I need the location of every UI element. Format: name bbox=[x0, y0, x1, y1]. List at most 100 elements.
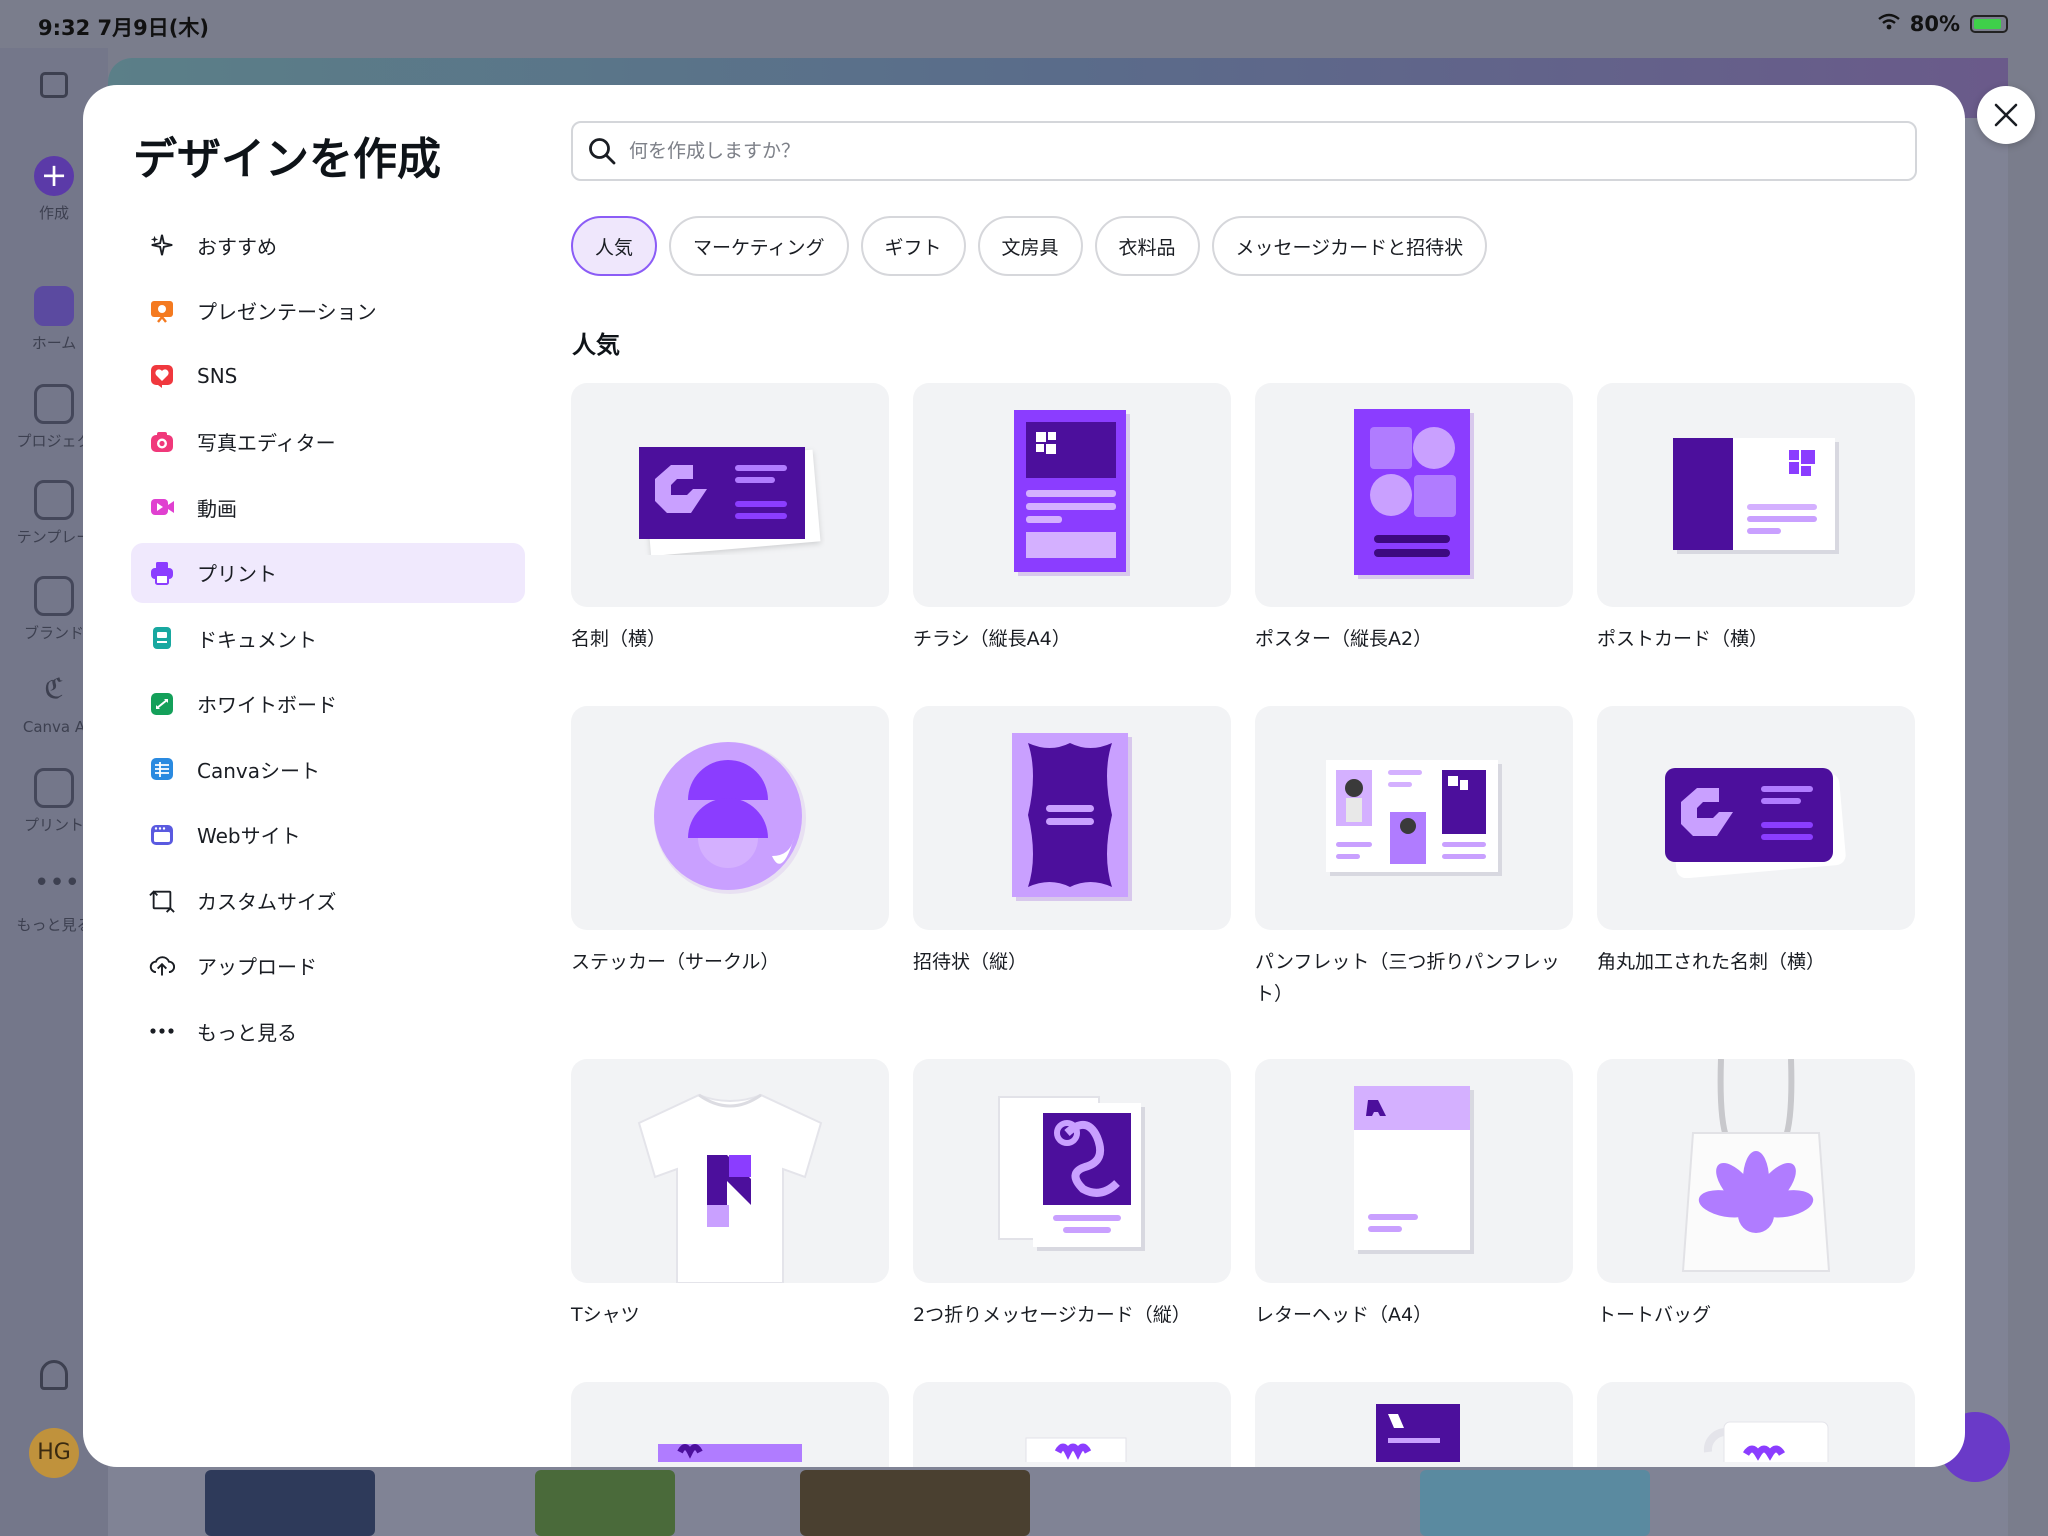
sidebar-item-whiteboard[interactable]: ホワイトボード bbox=[131, 674, 525, 734]
sparkle-icon bbox=[149, 232, 175, 258]
sidebar-item-label: Webサイト bbox=[197, 824, 301, 848]
rail-print-label: プリント bbox=[23, 816, 84, 834]
sidebar-item-label: 動画 bbox=[197, 496, 237, 521]
background-thumbnail bbox=[535, 1470, 675, 1536]
more-icon bbox=[149, 1018, 175, 1044]
close-icon bbox=[1994, 103, 2018, 127]
search-input[interactable] bbox=[629, 140, 1829, 162]
status-bar: 9:32 7月9日(木) 80% bbox=[0, 0, 2048, 48]
template-card-label: ポスター（縦長A2） bbox=[1255, 628, 1433, 650]
postcard-thumbnail bbox=[1597, 383, 1915, 607]
sidebar-item-document[interactable]: ドキュメント bbox=[131, 608, 525, 668]
sidebar-item-label: ドキュメント bbox=[197, 627, 317, 652]
poster-thumbnail bbox=[1255, 383, 1573, 607]
filter-chips: 人気 マーケティング ギフト 文房具 衣料品 メッセージカードと招待状 bbox=[571, 216, 1488, 276]
template-card-tshirt[interactable]: Tシャツ bbox=[571, 1059, 889, 1331]
sidebar-item-label: 写真エディター bbox=[197, 431, 336, 455]
heart-icon bbox=[149, 363, 175, 389]
presentation-icon bbox=[149, 298, 175, 324]
sidebar-item-custom-size[interactable]: カスタムサイズ bbox=[131, 870, 525, 930]
battery-icon bbox=[1970, 15, 2008, 33]
home-icon bbox=[34, 286, 74, 326]
flyer-thumbnail bbox=[913, 383, 1231, 607]
template-card-sticker[interactable]: ステッカー（サークル） bbox=[571, 706, 889, 978]
partial-thumbnail bbox=[571, 1382, 889, 1467]
sidebar-item-more[interactable]: もっと見る bbox=[131, 1001, 525, 1061]
chip-stationery[interactable]: 文房具 bbox=[977, 216, 1083, 276]
template-card-partial[interactable] bbox=[913, 1382, 1231, 1467]
template-card-poster[interactable]: ポスター（縦長A2） bbox=[1255, 383, 1573, 655]
battery-percent: 80% bbox=[1909, 12, 1960, 36]
sidebar-item-label: アップロード bbox=[197, 955, 317, 979]
rail-brand-label: ブランド bbox=[23, 624, 84, 642]
sidebar-item-website[interactable]: Webサイト bbox=[131, 805, 525, 865]
chip-popular[interactable]: 人気 bbox=[571, 216, 658, 276]
template-card-label: トートバッグ bbox=[1597, 1304, 1712, 1326]
template-card-postcard[interactable]: ポストカード（横） bbox=[1597, 383, 1915, 655]
template-card-label: ステッカー（サークル） bbox=[571, 951, 780, 973]
chip-cards-invitations[interactable]: メッセージカードと招待状 bbox=[1211, 216, 1488, 276]
template-card-invitation[interactable]: 招待状（縦） bbox=[913, 706, 1231, 978]
template-card-brochure[interactable]: パンフレット（三つ折りパンフレット） bbox=[1255, 706, 1573, 1010]
sidebar-item-print[interactable]: プリント bbox=[131, 542, 525, 603]
partial-thumbnail bbox=[1597, 1382, 1915, 1467]
invitation-thumbnail bbox=[913, 706, 1231, 930]
partial-thumbnail bbox=[1255, 1382, 1573, 1467]
whiteboard-icon bbox=[149, 691, 175, 717]
business-card-thumbnail bbox=[571, 383, 889, 607]
partial-thumbnail bbox=[913, 1382, 1231, 1467]
template-card-label: パンフレット（三つ折りパンフレット） bbox=[1255, 951, 1560, 1005]
template-card-folded-card[interactable]: 2つ折りメッセージカード（縦） bbox=[913, 1059, 1231, 1331]
modal-title: デザインを作成 bbox=[133, 134, 441, 185]
folder-icon bbox=[34, 384, 74, 424]
template-card-label: 2つ折りメッセージカード（縦） bbox=[913, 1304, 1191, 1326]
brochure-thumbnail bbox=[1255, 706, 1573, 930]
template-card-label: 名刺（横） bbox=[571, 628, 667, 650]
sidebar-item-video[interactable]: 動画 bbox=[131, 477, 525, 537]
template-card-rounded-business-card[interactable]: 角丸加工された名刺（横） bbox=[1597, 706, 1915, 978]
video-icon bbox=[149, 494, 175, 520]
folded-card-thumbnail bbox=[913, 1059, 1231, 1283]
sidebar-item-label: Canvaシート bbox=[197, 758, 320, 783]
upload-icon bbox=[149, 953, 175, 979]
search-icon bbox=[589, 138, 616, 165]
chip-gift[interactable]: ギフト bbox=[860, 216, 966, 276]
canva-ai-icon: ℭ bbox=[44, 672, 64, 705]
sidebar-item-label: SNS bbox=[197, 364, 238, 388]
letterhead-thumbnail bbox=[1255, 1059, 1573, 1283]
template-card-tote-bag[interactable]: トートバッグ bbox=[1597, 1059, 1915, 1331]
avatar: HG bbox=[29, 1428, 79, 1478]
chip-clothing[interactable]: 衣料品 bbox=[1094, 216, 1200, 276]
sidebar-item-label: プリント bbox=[197, 562, 277, 586]
sidebar-item-canva-sheets[interactable]: Canvaシート bbox=[131, 739, 525, 799]
sidebar-item-presentation[interactable]: プレゼンテーション bbox=[131, 281, 525, 341]
document-icon bbox=[149, 625, 175, 651]
chip-marketing[interactable]: マーケティング bbox=[669, 216, 849, 276]
category-sidebar: おすすめ プレゼンテーション SNS 写真エディター 動画 プリント ドキュメン… bbox=[131, 215, 525, 1067]
template-card-label: レターヘッド（A4） bbox=[1255, 1304, 1433, 1326]
sidebar-item-label: ホワイトボード bbox=[197, 693, 337, 717]
rail-more-label: もっと見る bbox=[16, 916, 92, 934]
template-card-business-card[interactable]: 名刺（横） bbox=[571, 383, 889, 655]
close-button[interactable] bbox=[1977, 86, 2035, 144]
rail-create-label: 作成 bbox=[38, 204, 69, 222]
sidebar-item-sns[interactable]: SNS bbox=[131, 346, 525, 406]
tshirt-thumbnail bbox=[571, 1059, 889, 1283]
print-shop-icon bbox=[34, 768, 74, 808]
template-card-partial[interactable] bbox=[1255, 1382, 1573, 1467]
template-card-partial[interactable] bbox=[1597, 1382, 1915, 1467]
bell-icon bbox=[40, 1360, 68, 1390]
template-card-letterhead[interactable]: レターヘッド（A4） bbox=[1255, 1059, 1573, 1331]
template-card-partial[interactable] bbox=[571, 1382, 889, 1467]
sidebar-item-recommended[interactable]: おすすめ bbox=[131, 215, 525, 275]
status-time: 9:32 7月9日(木) bbox=[38, 16, 209, 40]
rounded-card-thumbnail bbox=[1597, 706, 1915, 930]
template-card-label: 招待状（縦） bbox=[913, 951, 1028, 973]
sidebar-item-photo-editor[interactable]: 写真エディター bbox=[131, 412, 525, 472]
search-box[interactable] bbox=[571, 121, 1917, 181]
sheet-icon bbox=[149, 756, 175, 782]
create-design-modal: デザインを作成 おすすめ プレゼンテーション SNS 写真エディター 動画 プリ… bbox=[83, 85, 1965, 1467]
rail-templates-label: テンプレー bbox=[16, 528, 92, 546]
sidebar-item-upload[interactable]: アップロード bbox=[131, 936, 525, 996]
template-card-flyer[interactable]: チラシ（縦長A4） bbox=[913, 383, 1231, 655]
